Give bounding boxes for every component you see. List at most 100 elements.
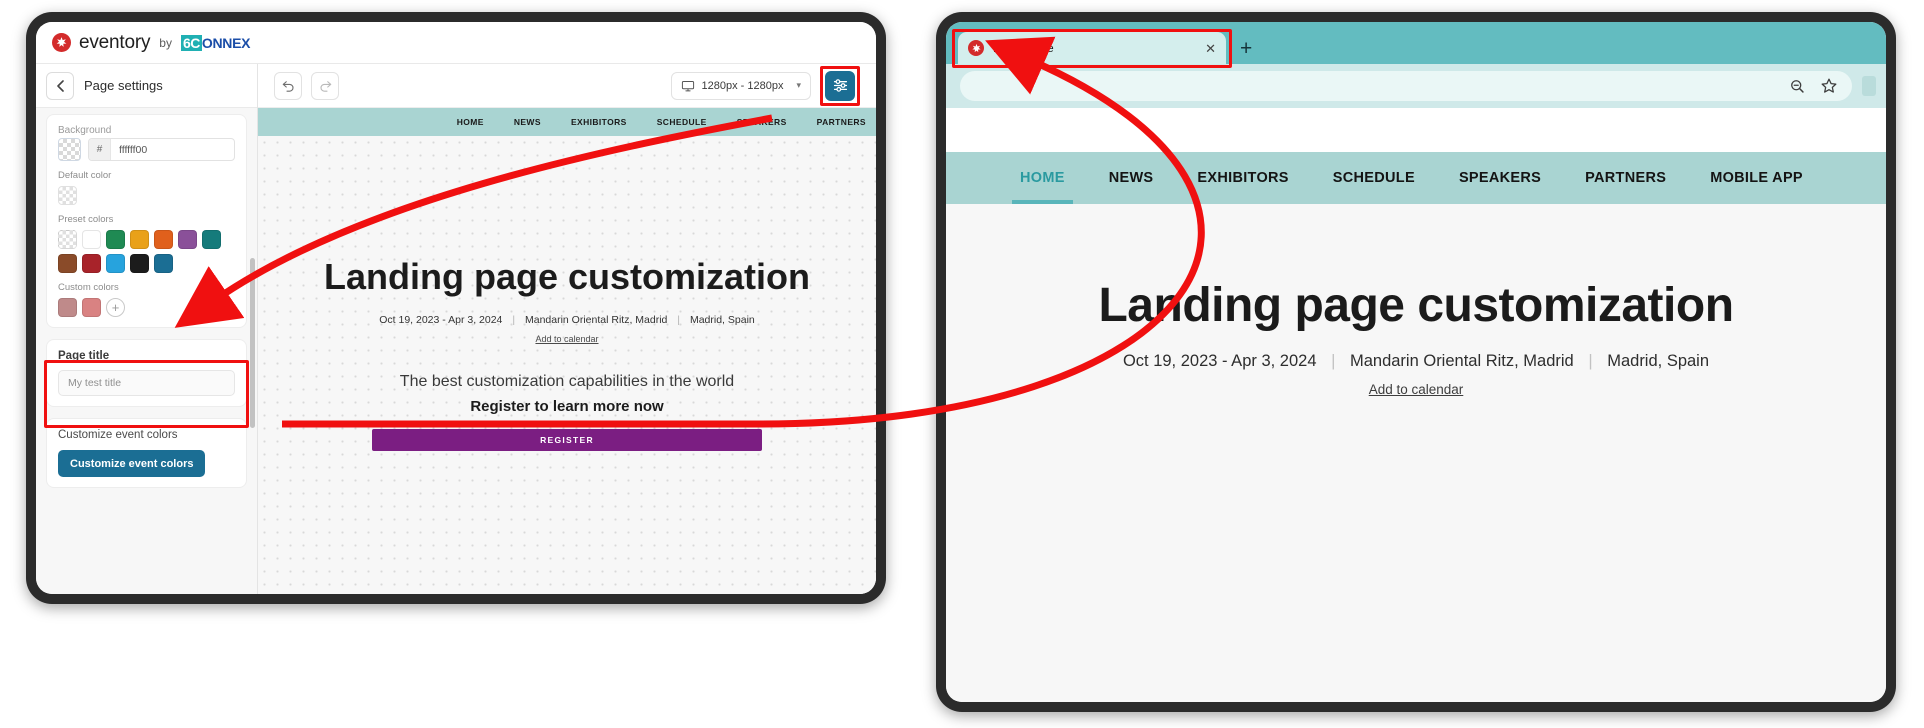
editor-screen: eventory by 6C ONNEX Page settings Backg… xyxy=(36,22,876,594)
sidebar-header: Page settings xyxy=(36,64,257,108)
preset-color-swatch-4[interactable] xyxy=(154,230,173,249)
site-meta: Oct 19, 2023 - Apr 3, 2024 | Mandarin Or… xyxy=(946,352,1886,371)
preview-nav-item-news[interactable]: NEWS xyxy=(514,117,541,127)
site-nav-item-partners[interactable]: PARTNERS xyxy=(1563,152,1688,204)
preset-color-swatch-1[interactable] xyxy=(82,230,101,249)
preview-nav-item-speakers[interactable]: SPEAKERS xyxy=(737,117,787,127)
add-custom-color-button[interactable]: + xyxy=(106,298,125,317)
site-nav-item-home[interactable]: HOME xyxy=(998,152,1087,204)
custom-colors-label: Custom colors xyxy=(58,282,119,293)
preset-color-swatch-5[interactable] xyxy=(178,230,197,249)
zoom-out-icon[interactable] xyxy=(1789,78,1806,95)
browser-omnibar xyxy=(946,64,1886,108)
redo-icon[interactable] xyxy=(311,71,339,100)
site-nav-item-speakers[interactable]: SPEAKERS xyxy=(1437,152,1563,204)
preview-nav-item-schedule[interactable]: SCHEDULE xyxy=(657,117,707,127)
preview-dates: Oct 19, 2023 - Apr 3, 2024 xyxy=(379,314,503,326)
preset-color-swatch-6[interactable] xyxy=(202,230,221,249)
preview-nav-item-exhibitors[interactable]: EXHIBITORS xyxy=(571,117,627,127)
brand-by-label: by xyxy=(159,35,172,50)
custom-color-swatch-1[interactable] xyxy=(82,298,101,317)
star-icon[interactable] xyxy=(1820,77,1838,95)
preview-canvas: Landing page customization Oct 19, 2023 … xyxy=(258,136,876,594)
undo-icon[interactable] xyxy=(274,71,302,100)
site-nav-item-mobile-app[interactable]: MOBILE APP xyxy=(1688,152,1825,204)
preview-subtitle: The best customization capabilities in t… xyxy=(399,373,735,390)
settings-button[interactable] xyxy=(825,70,855,101)
preset-color-swatch-2[interactable] xyxy=(106,230,125,249)
browser-tab-title: My test title xyxy=(993,41,1054,55)
custom-color-grid: + xyxy=(58,298,235,317)
site-meta-separator-2: | xyxy=(1588,352,1593,370)
default-color-swatch[interactable] xyxy=(58,186,77,205)
connex-logo-mark: 6C xyxy=(180,34,202,51)
site-page-title: Landing page customization xyxy=(1098,279,1734,332)
new-tab-button[interactable]: + xyxy=(1240,38,1252,59)
preset-color-swatch-0[interactable] xyxy=(58,230,77,249)
close-icon[interactable]: ✕ xyxy=(1205,42,1216,55)
left-device-frame: eventory by 6C ONNEX Page settings Backg… xyxy=(26,12,886,611)
site-city: Madrid, Spain xyxy=(1607,352,1710,370)
browser-screen: My test title ✕ + HOME NEWS EXHIBITORS SCH xyxy=(946,22,1886,702)
viewport-size-select[interactable]: 1280px - 1280px ▾ xyxy=(670,71,811,100)
screenshot-stage: eventory by 6C ONNEX Page settings Backg… xyxy=(0,0,1924,728)
hex-input[interactable]: # ffffff00 xyxy=(88,138,235,161)
preview-add-to-calendar[interactable]: Add to calendar xyxy=(258,334,876,344)
browser-menu-button[interactable] xyxy=(1862,76,1876,96)
sliders-icon xyxy=(833,79,847,92)
monitor-icon xyxy=(681,80,694,91)
canvas-toolbar: 1280px - 1280px ▾ xyxy=(258,64,876,108)
customize-event-colors-card: Customize event colors Customize event c… xyxy=(46,418,247,488)
back-button[interactable] xyxy=(46,71,74,100)
browser-tab[interactable]: My test title ✕ xyxy=(958,32,1226,64)
meta-separator-1: | xyxy=(512,314,516,326)
background-card: Background # ffffff00 Default color Pres xyxy=(46,114,247,328)
page-title-card: Page title My test title xyxy=(46,339,247,407)
page-title-input[interactable]: My test title xyxy=(58,370,235,396)
site-add-to-calendar[interactable]: Add to calendar xyxy=(946,382,1886,397)
preview-nav-item-partners[interactable]: PARTNERS xyxy=(817,117,866,127)
connex-logo: 6C ONNEX xyxy=(180,34,251,51)
current-color-swatch[interactable] xyxy=(58,138,81,161)
connex-logo-text: ONNEX xyxy=(201,34,251,51)
hex-color-row: # ffffff00 xyxy=(58,138,235,161)
site-nav-item-news[interactable]: NEWS xyxy=(1087,152,1176,204)
preview-site-nav: HOME NEWS EXHIBITORS SCHEDULE SPEAKERS PARTNE… xyxy=(258,108,876,136)
site-nav-item-schedule[interactable]: SCHEDULE xyxy=(1311,152,1437,204)
preset-color-swatch-9[interactable] xyxy=(106,254,125,273)
customize-event-colors-button[interactable]: Customize event colors xyxy=(58,450,206,477)
hash-prefix: # xyxy=(89,139,111,160)
preset-color-swatch-8[interactable] xyxy=(82,254,101,273)
eventory-header: eventory by 6C ONNEX xyxy=(36,22,876,64)
sidebar-scrollbar[interactable] xyxy=(250,258,255,428)
site-hero: Landing page customization Oct 19, 2023 … xyxy=(946,204,1886,702)
preview-nav-item-home[interactable]: HOME xyxy=(457,117,484,127)
preset-color-swatch-10[interactable] xyxy=(130,254,149,273)
preview-meta: Oct 19, 2023 - Apr 3, 2024 | Mandarin Or… xyxy=(258,314,876,326)
preset-color-swatch-3[interactable] xyxy=(130,230,149,249)
custom-color-swatch-0[interactable] xyxy=(58,298,77,317)
preview-page-title: Landing page customization xyxy=(323,256,811,297)
sidebar-scroll-area[interactable]: Background # ffffff00 Default color Pres xyxy=(36,108,257,594)
site-navigation: HOME NEWS EXHIBITORS SCHEDULE SPEAKERS PARTNE… xyxy=(946,152,1886,204)
editor-canvas: 1280px - 1280px ▾ HOME NEWS EXHIBITORS S… xyxy=(258,64,876,594)
site-venue: Mandarin Oriental Ritz, Madrid xyxy=(1349,352,1574,370)
default-color-label: Default color xyxy=(58,170,112,181)
page-settings-sidebar: Page settings Background # ffffff00 Defa… xyxy=(36,64,258,594)
browser-tabstrip: My test title ✕ + xyxy=(946,22,1886,64)
preset-color-swatch-11[interactable] xyxy=(154,254,173,273)
browser-bookmark-bar xyxy=(946,108,1886,152)
preset-color-swatch-7[interactable] xyxy=(58,254,77,273)
chevron-down-icon: ▾ xyxy=(796,80,801,90)
preview-register-button[interactable]: REGISTER xyxy=(372,429,762,451)
preview-venue: Mandarin Oriental Ritz, Madrid xyxy=(524,314,668,326)
preview-city: Madrid, Spain xyxy=(689,314,755,326)
preview-subtitle-bold: Register to learn more now xyxy=(470,398,664,415)
hex-value: ffffff00 xyxy=(119,143,148,156)
eventory-logo-icon xyxy=(52,33,71,52)
site-meta-separator-1: | xyxy=(1331,352,1336,370)
site-nav-item-exhibitors[interactable]: EXHIBITORS xyxy=(1175,152,1310,204)
preset-colors-label: Preset colors xyxy=(58,214,114,225)
site-dates: Oct 19, 2023 - Apr 3, 2024 xyxy=(1122,352,1317,370)
address-bar[interactable] xyxy=(960,71,1852,101)
